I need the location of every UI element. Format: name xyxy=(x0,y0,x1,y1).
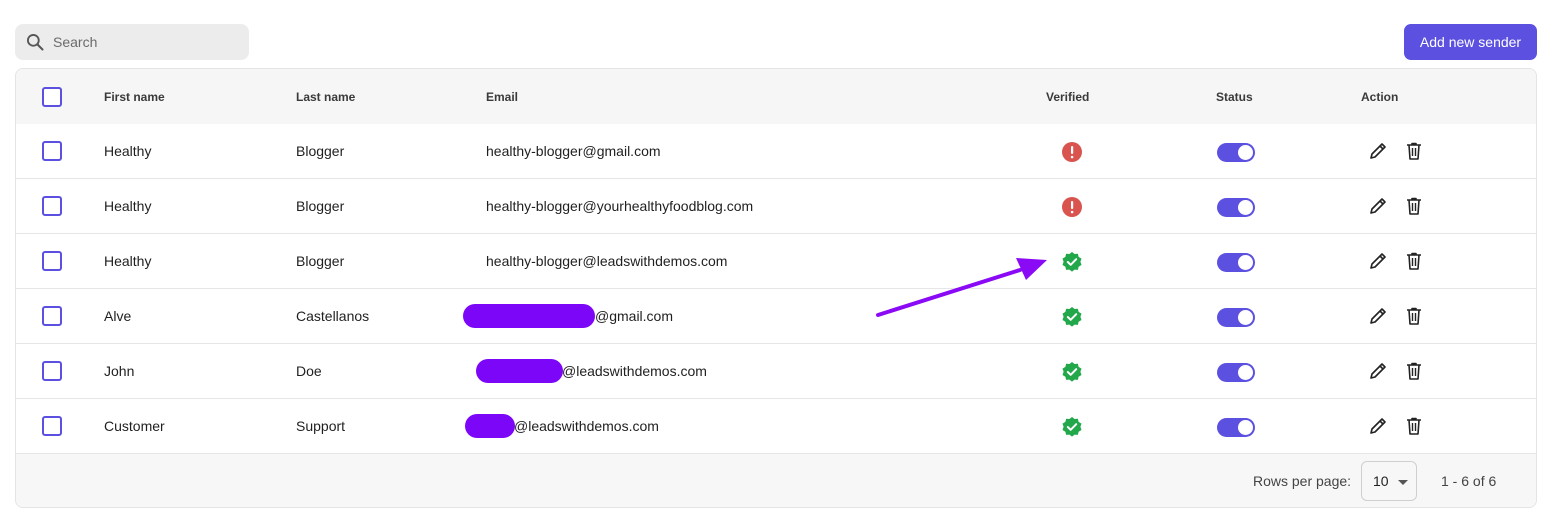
email-redaction xyxy=(463,304,595,328)
table-header: First name Last name Email Verified Stat… xyxy=(16,69,1536,124)
email-cell: healthy-blogger@leadswithdemos.com xyxy=(486,253,728,269)
table-row: Customer Support @leadswithdemos.com xyxy=(16,399,1536,454)
last-name-cell: Castellanos xyxy=(296,308,370,324)
verified-badge-icon xyxy=(1062,307,1082,327)
email-cell: @leadswithdemos.com xyxy=(562,363,707,379)
toggle-knob xyxy=(1238,200,1253,215)
email-cell: healthy-blogger@gmail.com xyxy=(486,143,661,159)
toggle-knob xyxy=(1238,255,1253,270)
header-verified: Verified xyxy=(1046,89,1090,104)
error-badge-icon xyxy=(1062,197,1082,217)
status-toggle[interactable] xyxy=(1217,363,1255,382)
email-cell: @leadswithdemos.com xyxy=(514,418,659,434)
table-footer: Rows per page: 10 1 - 6 of 6 xyxy=(16,455,1536,507)
last-name-cell: Doe xyxy=(296,363,322,379)
row-checkbox[interactable] xyxy=(42,141,62,161)
row-checkbox[interactable] xyxy=(42,361,62,381)
email-cell: healthy-blogger@yourhealthyfoodblog.com xyxy=(486,198,754,214)
first-name-cell: Customer xyxy=(104,418,165,434)
delete-trash-icon[interactable] xyxy=(1404,196,1424,216)
rows-per-page-value: 10 xyxy=(1373,473,1389,489)
header-status: Status xyxy=(1216,89,1253,104)
delete-trash-icon[interactable] xyxy=(1404,141,1424,161)
verified-badge-icon xyxy=(1062,362,1082,382)
row-checkbox[interactable] xyxy=(42,416,62,436)
search-icon xyxy=(27,34,44,51)
status-toggle[interactable] xyxy=(1217,308,1255,327)
last-name-cell: Support xyxy=(296,418,346,434)
senders-table: First name Last name Email Verified Stat… xyxy=(15,68,1537,508)
verified-badge-icon xyxy=(1062,252,1082,272)
table-row: John Doe @leadswithdemos.com xyxy=(16,344,1536,399)
header-action: Action xyxy=(1361,89,1399,104)
search-input[interactable] xyxy=(53,34,223,50)
last-name-cell: Blogger xyxy=(296,198,345,214)
first-name-cell: Healthy xyxy=(104,253,152,269)
toggle-knob xyxy=(1238,145,1253,160)
chevron-down-icon xyxy=(1398,480,1408,485)
table-row: Healthy Blogger healthy-blogger@leadswit… xyxy=(16,234,1536,289)
error-badge-icon xyxy=(1062,142,1082,162)
table-row: Healthy Blogger healthy-blogger@yourheal… xyxy=(16,179,1536,234)
table-row: Alve Castellanos @gmail.com xyxy=(16,289,1536,344)
header-email: Email xyxy=(486,89,519,104)
edit-pencil-icon[interactable] xyxy=(1368,196,1388,216)
header-last-name: Last name xyxy=(296,89,356,104)
last-name-cell: Blogger xyxy=(296,143,345,159)
add-new-sender-button[interactable]: Add new sender xyxy=(1404,24,1537,60)
last-name-cell: Blogger xyxy=(296,253,345,269)
pagination-range: 1 - 6 of 6 xyxy=(1441,473,1497,489)
search-box[interactable] xyxy=(15,24,249,60)
status-toggle[interactable] xyxy=(1217,253,1255,272)
select-all-checkbox[interactable] xyxy=(42,86,62,107)
email-cell: @gmail.com xyxy=(595,308,674,324)
edit-pencil-icon[interactable] xyxy=(1368,416,1388,436)
row-checkbox[interactable] xyxy=(42,196,62,216)
delete-trash-icon[interactable] xyxy=(1404,251,1424,271)
edit-pencil-icon[interactable] xyxy=(1368,251,1388,271)
first-name-cell: Healthy xyxy=(104,198,152,214)
status-toggle[interactable] xyxy=(1217,143,1255,162)
delete-trash-icon[interactable] xyxy=(1404,361,1424,381)
status-toggle[interactable] xyxy=(1217,198,1255,217)
toggle-knob xyxy=(1238,310,1253,325)
rows-per-page-select[interactable]: 10 xyxy=(1361,461,1417,501)
toggle-knob xyxy=(1238,420,1253,435)
edit-pencil-icon[interactable] xyxy=(1368,361,1388,381)
status-toggle[interactable] xyxy=(1217,418,1255,437)
table-row: Healthy Blogger healthy-blogger@gmail.co… xyxy=(16,124,1536,179)
email-redaction xyxy=(476,359,563,383)
first-name-cell: Alve xyxy=(104,308,132,324)
verified-badge-icon xyxy=(1062,417,1082,437)
row-checkbox[interactable] xyxy=(42,306,62,326)
edit-pencil-icon[interactable] xyxy=(1368,306,1388,326)
first-name-cell: Healthy xyxy=(104,143,152,159)
toggle-knob xyxy=(1238,365,1253,380)
header-first-name: First name xyxy=(104,89,165,104)
delete-trash-icon[interactable] xyxy=(1404,306,1424,326)
delete-trash-icon[interactable] xyxy=(1404,416,1424,436)
email-redaction xyxy=(465,414,515,438)
first-name-cell: John xyxy=(104,363,135,379)
edit-pencil-icon[interactable] xyxy=(1368,141,1388,161)
row-checkbox[interactable] xyxy=(42,251,62,271)
rows-per-page-label: Rows per page: xyxy=(1253,473,1352,489)
